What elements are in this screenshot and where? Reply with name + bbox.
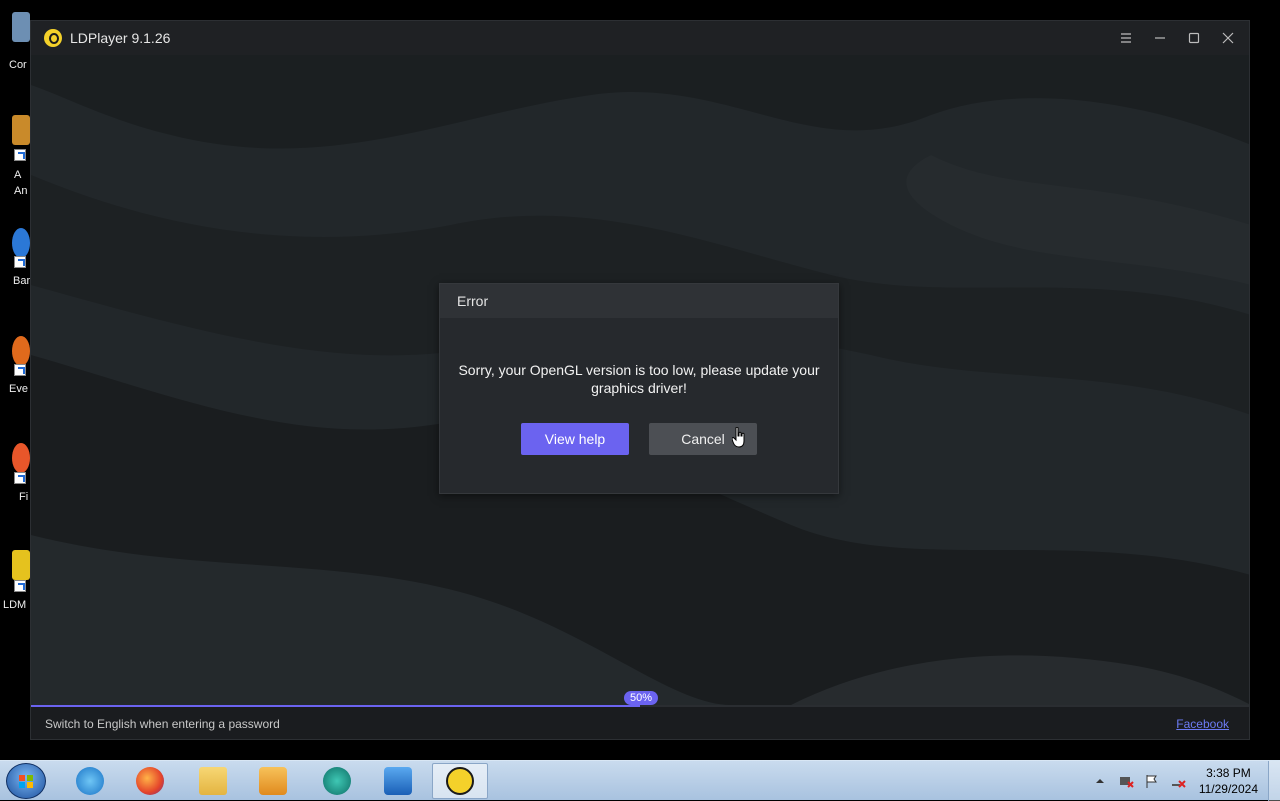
file-explorer-icon xyxy=(199,767,227,795)
system-tray: 3:38 PM 11/29/2024 xyxy=(1087,761,1280,801)
menu-icon[interactable] xyxy=(1109,21,1143,55)
firefox-icon xyxy=(136,767,164,795)
taskbar-video[interactable] xyxy=(370,763,426,799)
ldplayer-window: LDPlayer 9.1.26 Error Sorry, your OpenGL… xyxy=(30,20,1250,740)
view-help-button[interactable]: View help xyxy=(521,423,629,455)
taskbar-ldplayer[interactable] xyxy=(432,763,488,799)
shortcut-arrow-icon xyxy=(14,580,26,592)
video-icon xyxy=(384,767,412,795)
minimize-icon[interactable] xyxy=(1143,21,1177,55)
dialog-title: Error xyxy=(440,284,838,318)
window-title: LDPlayer 9.1.26 xyxy=(70,30,171,46)
media-player-icon xyxy=(259,767,287,795)
show-desktop-button[interactable] xyxy=(1268,761,1280,801)
start-button[interactable] xyxy=(6,763,46,799)
computer-icon xyxy=(12,12,30,42)
maximize-icon[interactable] xyxy=(1177,21,1211,55)
progress-label: 50% xyxy=(623,691,659,705)
internet-explorer-icon xyxy=(76,767,104,795)
app-icon xyxy=(12,115,30,145)
dialog-buttons: View help Cancel xyxy=(440,423,838,455)
status-tip: Switch to English when entering a passwo… xyxy=(45,717,280,731)
taskbar-media-player[interactable] xyxy=(245,763,301,799)
status-bar: Switch to English when entering a passwo… xyxy=(31,707,1249,739)
taskbar-internet-explorer[interactable] xyxy=(62,763,118,799)
title-bar[interactable]: LDPlayer 9.1.26 xyxy=(31,21,1249,55)
dialog-message: Sorry, your OpenGL version is too low, p… xyxy=(458,362,820,396)
show-hidden-icons-icon[interactable] xyxy=(1092,773,1108,789)
clock-time: 3:38 PM xyxy=(1206,766,1251,780)
facebook-link[interactable]: Facebook xyxy=(1176,717,1229,731)
teal-app-icon xyxy=(323,767,351,795)
desktop-icon-label: LDM xyxy=(3,599,27,611)
taskbar-teal-app[interactable] xyxy=(309,763,365,799)
app-icon xyxy=(12,228,30,258)
error-dialog: Error Sorry, your OpenGL version is too … xyxy=(439,283,839,494)
shortcut-arrow-icon xyxy=(14,472,26,484)
shortcut-arrow-icon xyxy=(14,149,26,161)
ldmultiplayer-icon xyxy=(12,550,30,580)
shortcut-arrow-icon xyxy=(14,256,26,268)
ldplayer-logo-icon xyxy=(44,29,62,47)
clock-date: 11/29/2024 xyxy=(1198,782,1258,796)
taskbar-file-explorer[interactable] xyxy=(185,763,241,799)
network-disconnected-icon[interactable] xyxy=(1170,773,1186,789)
app-icon xyxy=(12,336,30,366)
shortcut-arrow-icon xyxy=(14,364,26,376)
clock[interactable]: 3:38 PM 11/29/2024 xyxy=(1199,765,1258,797)
action-center-flag-icon[interactable] xyxy=(1144,773,1160,789)
device-error-icon[interactable] xyxy=(1118,773,1134,789)
taskbar-firefox[interactable] xyxy=(122,763,178,799)
close-icon[interactable] xyxy=(1211,21,1245,55)
taskbar: 3:38 PM 11/29/2024 xyxy=(0,760,1280,801)
ldplayer-icon xyxy=(446,767,474,795)
window-controls xyxy=(1109,21,1245,55)
emulator-viewport: Error Sorry, your OpenGL version is too … xyxy=(31,55,1249,705)
firefox-icon xyxy=(12,443,30,473)
hand-cursor-icon xyxy=(732,427,745,448)
